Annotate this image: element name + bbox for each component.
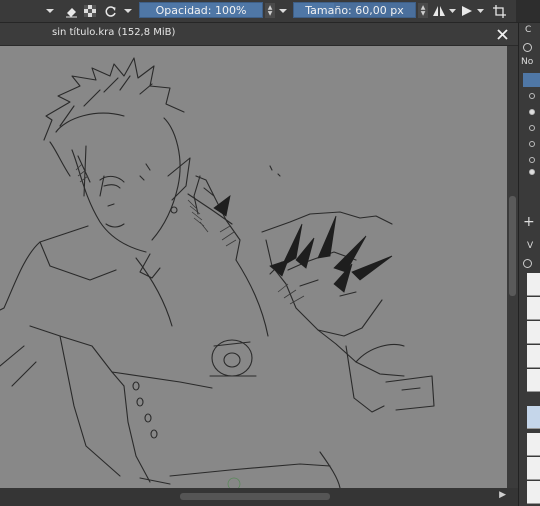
layer-column-label: No — [521, 57, 534, 67]
reload-preset-icon[interactable] — [102, 0, 118, 22]
brush-preset-thumbnail[interactable] — [527, 345, 540, 368]
horizontal-scrollbar[interactable]: ▶ — [0, 488, 518, 506]
close-icon[interactable] — [494, 25, 510, 43]
opacity-slider[interactable]: Opacidad: 100% — [139, 2, 263, 18]
preserve-alpha-icon[interactable] — [82, 0, 98, 22]
vertical-scrollbar[interactable] — [507, 46, 518, 488]
brush-size-slider[interactable]: Tamaño: 60,00 px — [293, 2, 416, 18]
eraser-mode-icon[interactable] — [63, 0, 79, 22]
drawing-canvas[interactable] — [0, 46, 507, 488]
brush-preset-thumbnail[interactable] — [527, 433, 540, 456]
opacity-dropdown-arrow-icon[interactable] — [277, 0, 289, 22]
mirror-horizontal-icon[interactable] — [431, 0, 447, 22]
selected-layer-row[interactable] — [523, 73, 540, 87]
brush-preset-thumbnail[interactable] — [527, 369, 540, 392]
mirror-vertical-arrow-icon[interactable] — [475, 0, 485, 22]
brush-preset-thumbnail[interactable] — [527, 273, 540, 296]
layer-visibility-icon[interactable] — [529, 169, 535, 175]
brush-presets-docker-title: V — [527, 241, 534, 251]
horizontal-scrollbar-thumb[interactable] — [180, 493, 330, 500]
right-docker-panel: C No + V — [518, 23, 540, 506]
document-tab-title[interactable]: sin título.kra (152,8 MiB) — [52, 27, 175, 38]
tool-options-bar: Opacidad: 100% ▲ ▼ Tamaño: 60,00 px ▲ ▼ — [0, 0, 540, 23]
layer-visibility-icon[interactable] — [529, 141, 535, 147]
brush-size-spinner[interactable]: ▲ ▼ — [418, 3, 428, 18]
opacity-spinner[interactable]: ▲ ▼ — [265, 3, 275, 18]
document-tab-bar: sin título.kra (152,8 MiB) — [0, 23, 518, 46]
sketch-drawing — [0, 57, 435, 488]
crop-icon[interactable] — [490, 0, 508, 22]
selected-brush-preset-thumbnail[interactable] — [527, 406, 540, 429]
brush-presets-settings-icon[interactable] — [523, 259, 532, 268]
add-layer-icon[interactable]: + — [523, 214, 535, 230]
layers-settings-icon[interactable] — [523, 43, 532, 52]
mirror-vertical-icon[interactable] — [459, 0, 475, 22]
layer-visibility-icon[interactable] — [529, 125, 535, 131]
layers-docker-title: C — [525, 25, 532, 35]
toolbar-overflow — [516, 0, 540, 22]
brush-size-value: Tamaño: 60,00 px — [305, 4, 404, 17]
preset-options-arrow-icon[interactable] — [122, 0, 134, 22]
opacity-value: Opacidad: 100% — [155, 4, 247, 17]
layer-visibility-icon[interactable] — [529, 109, 535, 115]
mirror-horizontal-arrow-icon[interactable] — [447, 0, 457, 22]
vertical-scrollbar-thumb[interactable] — [509, 196, 516, 296]
scroll-right-arrow-icon[interactable]: ▶ — [499, 490, 506, 500]
brush-preset-thumbnail[interactable] — [527, 481, 540, 504]
brush-preset-thumbnail[interactable] — [527, 457, 540, 480]
brush-preset-thumbnail[interactable] — [527, 321, 540, 344]
layer-visibility-icon[interactable] — [529, 93, 535, 99]
brush-preset-thumbnail[interactable] — [527, 297, 540, 320]
blending-mode-dropdown-arrow-icon[interactable] — [44, 0, 56, 22]
layer-visibility-icon[interactable] — [529, 157, 535, 163]
